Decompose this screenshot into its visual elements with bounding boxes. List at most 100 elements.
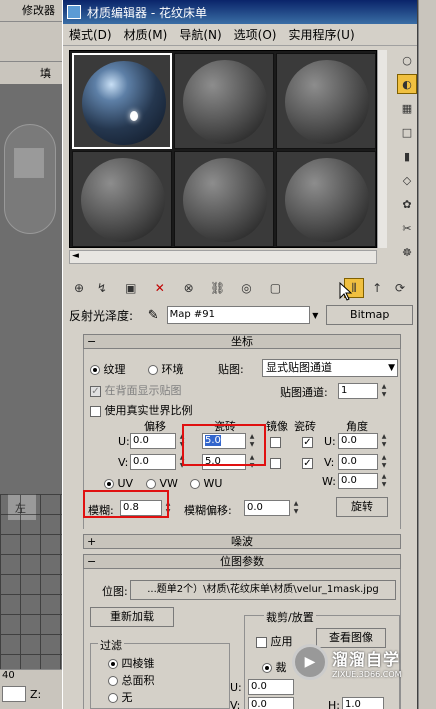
map-name-dropdown-icon[interactable]: ▼: [312, 311, 318, 320]
uv-radio[interactable]: [104, 479, 114, 489]
slots-horizontal-scrollbar[interactable]: ◄: [69, 250, 377, 264]
mapping-dropdown[interactable]: 显式贴图通道 ▼: [262, 359, 398, 377]
map-name-field[interactable]: Map #91: [166, 306, 311, 324]
backlight-icon[interactable]: ◐: [397, 74, 417, 94]
w-angle-spinner[interactable]: ▲ ▼: [380, 473, 388, 489]
apply-checkbox[interactable]: [256, 636, 267, 648]
vw-label: VW: [159, 477, 178, 490]
put-material-icon[interactable]: ↯: [92, 278, 112, 298]
material-map-navigator-icon[interactable]: ☸: [397, 242, 417, 262]
v-angle-spinner[interactable]: ▲ ▼: [380, 454, 388, 470]
get-material-icon[interactable]: ⊕: [69, 278, 89, 298]
crop-h-field[interactable]: 1.0: [342, 697, 384, 709]
material-editor-window: 材质编辑器 - 花纹床单 模式(D) 材质(M) 导航(N) 选项(O) 实用程…: [62, 0, 418, 709]
filter-none-radio[interactable]: [108, 693, 118, 703]
bitmap-params-rollout-header[interactable]: − 位图参数: [83, 554, 401, 569]
filter-summed-area-label: 总面积: [121, 674, 155, 687]
reset-map-icon[interactable]: ✕: [150, 278, 170, 298]
filter-pyramidal-radio[interactable]: [108, 659, 118, 669]
angle-label: 角度: [346, 420, 368, 433]
bitmap-path-label: 位图:: [102, 585, 128, 598]
material-sphere: [183, 60, 267, 144]
app-toolbar-row2: 填: [0, 62, 62, 84]
bottom-toolbar: ⊕ ↯ ▣ ✕ ⊗ ⛓ ◎ ▢ ⫴ ↑ ⟳: [69, 276, 413, 300]
v-angle-field[interactable]: 0.0: [338, 454, 378, 470]
title-bar[interactable]: 材质编辑器 - 花纹床单: [63, 0, 417, 24]
background-checker-icon[interactable]: ▦: [397, 98, 417, 118]
go-to-parent-icon[interactable]: ↑: [367, 278, 387, 298]
chevron-down-icon: ▼: [388, 363, 395, 373]
go-forward-sibling-icon[interactable]: ⟳: [390, 278, 410, 298]
show-shaded-map-icon[interactable]: ▢: [265, 278, 285, 298]
v-offset-field[interactable]: 0.0: [130, 454, 176, 470]
sample-slot-4[interactable]: [72, 151, 172, 247]
sample-slot-5[interactable]: [174, 151, 274, 247]
show-map-on-back-checkbox[interactable]: ✓: [90, 385, 101, 397]
map-channel-field[interactable]: 1: [338, 383, 378, 399]
reload-button[interactable]: 重新加载: [90, 607, 174, 627]
make-preview-icon[interactable]: ◇: [397, 170, 417, 190]
filter-none-label: 无: [121, 691, 133, 704]
side-toolbar: ○ ◐ ▦ □ ▮ ◇ ✿ ✂ ☸: [397, 50, 419, 266]
sample-slot-6[interactable]: [276, 151, 376, 247]
wu-radio[interactable]: [190, 479, 200, 489]
blur-offset-spinner[interactable]: ▲ ▼: [292, 500, 300, 516]
put-to-library-icon[interactable]: ⛓: [208, 278, 228, 298]
sample-type-sphere-icon[interactable]: ○: [397, 50, 417, 70]
menu-mode[interactable]: 模式(D): [63, 26, 118, 43]
make-unique-icon[interactable]: ⊗: [179, 278, 199, 298]
noise-rollout-header[interactable]: + 噪波: [83, 534, 401, 549]
material-id-channel-icon[interactable]: ◎: [237, 278, 257, 298]
reflection-glossiness-row: 反射光泽度: ✎ Map #91 ▼ Bitmap: [69, 304, 414, 326]
wu-label: WU: [203, 477, 223, 490]
watermark-logo-icon: ▶: [292, 644, 328, 680]
menu-utilities[interactable]: 实用程序(U): [282, 26, 360, 43]
coordinates-rollout-header[interactable]: − 坐标: [83, 334, 401, 349]
u-offset-field[interactable]: 0.0: [130, 433, 176, 449]
mapping-label: 贴图:: [218, 363, 244, 376]
filter-summed-area-radio[interactable]: [108, 676, 118, 686]
status-bar: 40 Z:: [0, 669, 62, 709]
select-by-material-icon[interactable]: ✂: [397, 218, 417, 238]
crop-radio[interactable]: [262, 663, 272, 673]
menu-navigation[interactable]: 导航(N): [173, 26, 227, 43]
map-channel-spinner[interactable]: ▲ ▼: [380, 383, 388, 399]
scroll-left-arrow-icon[interactable]: ◄: [72, 251, 79, 261]
viewcube[interactable]: [14, 148, 44, 178]
sample-slot-3[interactable]: [276, 53, 376, 149]
bitmap-path-button[interactable]: ...题单2个）\材质\花纹床单\材质\velur_1mask.jpg: [130, 580, 396, 600]
timeline-number: 40: [2, 670, 15, 681]
sample-uv-tiling-icon[interactable]: □: [397, 122, 417, 142]
viewport-area[interactable]: 左: [0, 84, 62, 669]
u-tile-checkbox[interactable]: ✓: [302, 436, 313, 448]
menu-options[interactable]: 选项(O): [228, 26, 283, 43]
w-angle-field[interactable]: 0.0: [338, 473, 378, 489]
assign-material-icon[interactable]: ▣: [121, 278, 141, 298]
eyedropper-icon[interactable]: ✎: [148, 308, 159, 323]
crop-v-field[interactable]: 0.0: [248, 697, 294, 709]
real-world-scale-checkbox[interactable]: [90, 405, 101, 417]
environment-radio[interactable]: [148, 365, 158, 375]
sample-slot-1[interactable]: [72, 53, 172, 149]
map-type-button[interactable]: Bitmap: [326, 305, 414, 325]
x-coord-field[interactable]: [2, 686, 26, 702]
video-color-check-icon[interactable]: ▮: [397, 146, 417, 166]
u-angle-field[interactable]: 0.0: [338, 433, 378, 449]
v-tile-checkbox[interactable]: ✓: [302, 457, 313, 469]
right-scrollbar[interactable]: [418, 0, 436, 709]
v-mirror-checkbox[interactable]: [270, 457, 281, 469]
crop-u-field[interactable]: 0.0: [248, 679, 294, 695]
sample-slot-2[interactable]: [174, 53, 274, 149]
reflection-glossiness-label: 反射光泽度:: [69, 308, 134, 323]
modifier-tab[interactable]: 修改器: [22, 2, 55, 18]
vw-radio[interactable]: [146, 479, 156, 489]
u-angle-spinner[interactable]: ▲ ▼: [380, 433, 388, 449]
crop-v-label: V:: [230, 699, 241, 709]
u-mirror-checkbox[interactable]: [270, 436, 281, 448]
slots-vertical-scrollbar[interactable]: [377, 50, 387, 248]
texture-radio[interactable]: [90, 365, 100, 375]
menu-material[interactable]: 材质(M): [118, 26, 174, 43]
rotate-button[interactable]: 旋转: [336, 497, 388, 517]
options-icon[interactable]: ✿: [397, 194, 417, 214]
blur-offset-field[interactable]: 0.0: [244, 500, 290, 516]
